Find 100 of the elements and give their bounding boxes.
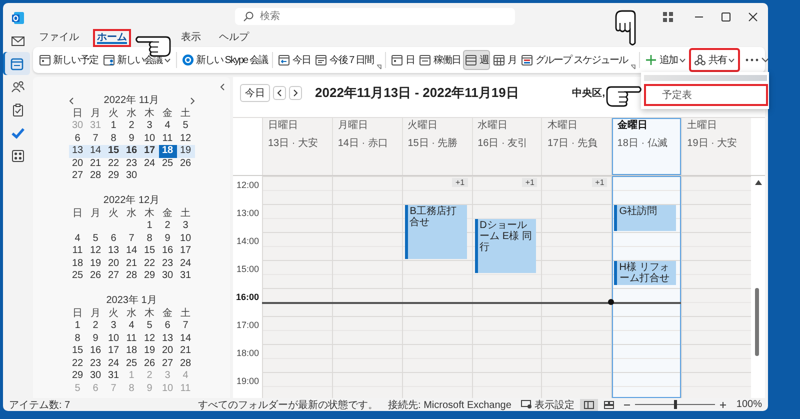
date-cell[interactable]: 26 [176,158,194,170]
event[interactable]: H様 リフォーム打合せ [614,261,676,285]
date-cell[interactable]: 4 [122,320,140,332]
date-cell[interactable]: 13 [158,332,176,345]
date-cell[interactable]: 24 [140,158,158,170]
zoom-thumb[interactable] [674,400,677,409]
date-cell[interactable]: 12 [176,132,194,145]
date-cell[interactable]: 25 [158,158,176,170]
date-cell[interactable]: 26 [86,270,104,282]
more-badge[interactable]: +1 [592,178,608,187]
menu-item[interactable]: 予定表 [644,84,768,106]
event[interactable]: B工務店打合せ [404,205,467,259]
ribbon-button[interactable]: 今日 [276,50,312,70]
day-column[interactable]: G社訪問 H様 リフォーム打合せ [611,176,682,398]
date-cell[interactable]: 22 [140,258,158,270]
date-cell[interactable]: 20 [104,258,122,270]
date-cell[interactable]: 14 [176,332,194,345]
scroll-thumb[interactable] [755,288,759,356]
date-cell[interactable]: 3 [176,220,194,232]
date-cell[interactable]: 2 [158,220,176,232]
date-cell[interactable]: 23 [86,358,104,370]
ribbon-button[interactable]: 月 [491,50,518,70]
date-cell[interactable]: 15 [104,145,122,158]
date-cell[interactable]: 13 [68,145,86,158]
date-cell[interactable]: 15 [68,345,86,358]
date-cell[interactable]: 7 [122,232,140,245]
date-cell[interactable]: 6 [158,320,176,332]
menu-tab[interactable]: ヘルプ [215,29,253,47]
clipboard-icon[interactable] [11,102,25,116]
day-column[interactable]: +1 [541,176,612,398]
date-cell[interactable]: 11 [68,245,86,258]
close-icon[interactable] [748,12,758,22]
chevron-down-icon[interactable] [761,57,768,63]
date-cell[interactable]: 24 [104,358,122,370]
day-header[interactable]: 水曜日 16日 · 友引 [472,118,542,175]
date-cell[interactable]: 1 [104,120,122,132]
date-cell[interactable]: 18 [68,258,86,270]
menu-tab[interactable]: 表示 [177,29,205,47]
date-cell[interactable]: 5 [176,120,194,132]
date-cell[interactable]: 20 [158,345,176,358]
date-cell[interactable]: 28 [176,358,194,370]
collapse-icon[interactable] [220,83,225,91]
day-column[interactable]: +1 Dショールーム E様 同行 [472,176,542,398]
zoom-out-icon[interactable] [624,402,630,408]
ribbon-button[interactable]: 新しい Skype 会議 [180,50,270,70]
date-cell[interactable]: 7 [86,132,104,145]
date-cell[interactable]: 27 [158,358,176,370]
view-mode-button[interactable] [580,398,598,410]
date-cell[interactable]: 10 [104,332,122,345]
date-cell[interactable]: 22 [68,358,86,370]
date-cell[interactable]: 2 [86,320,104,332]
nav-item[interactable] [3,52,30,75]
mail-icon[interactable] [11,34,25,48]
day-header[interactable]: 木曜日 17日 · 先負 [541,118,612,175]
date-cell[interactable]: 31 [104,370,122,382]
ribbon-button[interactable]: 日 [389,50,416,70]
date-cell[interactable]: 23 [158,258,176,270]
date-cell[interactable]: 6 [68,132,86,145]
date-cell[interactable]: 27 [104,270,122,282]
date-cell[interactable]: 25 [68,270,86,282]
date-cell[interactable]: 17 [176,245,194,258]
date-cell[interactable]: 8 [68,332,86,345]
day-header[interactable]: 土曜日 19日 · 大安 [681,118,752,175]
date-cell[interactable]: 21 [86,158,104,170]
up-arrow-icon[interactable] [754,180,762,185]
chevron-right-icon[interactable] [190,97,194,106]
day-header[interactable]: 日曜日 13日 · 大安 [262,118,332,175]
day-header[interactable]: 火曜日 15日 · 先勝 [402,118,472,175]
checkmark-icon[interactable] [11,126,25,140]
date-cell[interactable]: 11 [122,332,140,345]
date-cell[interactable]: 30 [158,270,176,282]
date-cell[interactable]: 12 [86,245,104,258]
date-cell[interactable]: 10 [176,232,194,245]
more-icon[interactable] [745,58,760,62]
people-icon[interactable] [11,80,25,94]
date-cell[interactable]: 9 [122,132,140,145]
date-cell[interactable]: 19 [86,258,104,270]
date-cell[interactable]: 19 [140,345,158,358]
date-cell[interactable]: 3 [140,120,158,132]
maximize-icon[interactable] [721,12,731,22]
date-cell[interactable]: 26 [140,358,158,370]
date-cell[interactable]: 21 [176,345,194,358]
date-cell[interactable]: 30 [122,170,140,182]
day-header[interactable]: 月曜日 14日 · 赤口 [332,118,402,175]
ribbon-button[interactable]: 週 [463,50,490,70]
date-cell[interactable]: 11 [158,132,176,145]
event[interactable]: Dショールーム E様 同行 [474,219,536,273]
day-column[interactable]: +1 B工務店打合せ [402,176,472,398]
menu-tab[interactable]: ホーム [93,29,131,47]
date-cell[interactable]: 3 [104,320,122,332]
ribbon-button[interactable]: 新しい予定 [37,50,100,70]
date-cell[interactable]: 29 [104,170,122,182]
date-cell[interactable]: 22 [104,158,122,170]
date-cell[interactable]: 23 [122,158,140,170]
date-cell[interactable]: 16 [158,245,176,258]
date-cell[interactable]: 28 [86,170,104,182]
launcher-icon[interactable] [376,64,382,70]
date-cell[interactable]: 24 [176,258,194,270]
date-cell[interactable]: 15 [140,245,158,258]
date-cell[interactable]: 9 [158,232,176,245]
